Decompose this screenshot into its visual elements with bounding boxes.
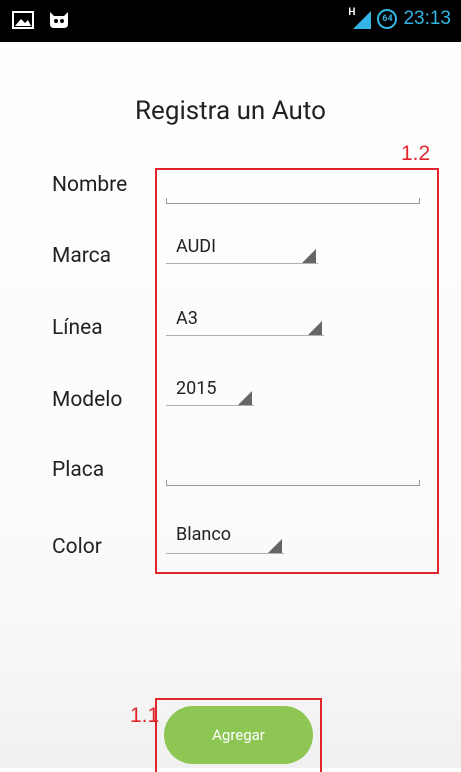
- network-type-label: H: [348, 6, 356, 18]
- signal-icon: [353, 11, 372, 29]
- marca-label: Marca: [52, 244, 112, 268]
- battery-level: 64: [382, 14, 393, 24]
- modelo-label: Modelo: [52, 388, 123, 412]
- fields-annotation-box: [155, 168, 439, 574]
- nombre-label: Nombre: [52, 173, 128, 197]
- linea-label: Línea: [52, 316, 103, 340]
- page-title: Registra un Auto: [135, 96, 326, 126]
- battery-icon: 64: [377, 9, 398, 29]
- clock: 23:13: [403, 8, 451, 29]
- cyanogen-bot-icon: [50, 12, 68, 28]
- agregar-button[interactable]: Agregar: [164, 706, 313, 764]
- color-label: Color: [52, 535, 102, 559]
- status-bar: H 64 23:13: [0, 0, 461, 42]
- image-icon: [12, 11, 34, 29]
- fields-annotation-label: 1.2: [401, 142, 431, 165]
- placa-label: Placa: [52, 458, 105, 482]
